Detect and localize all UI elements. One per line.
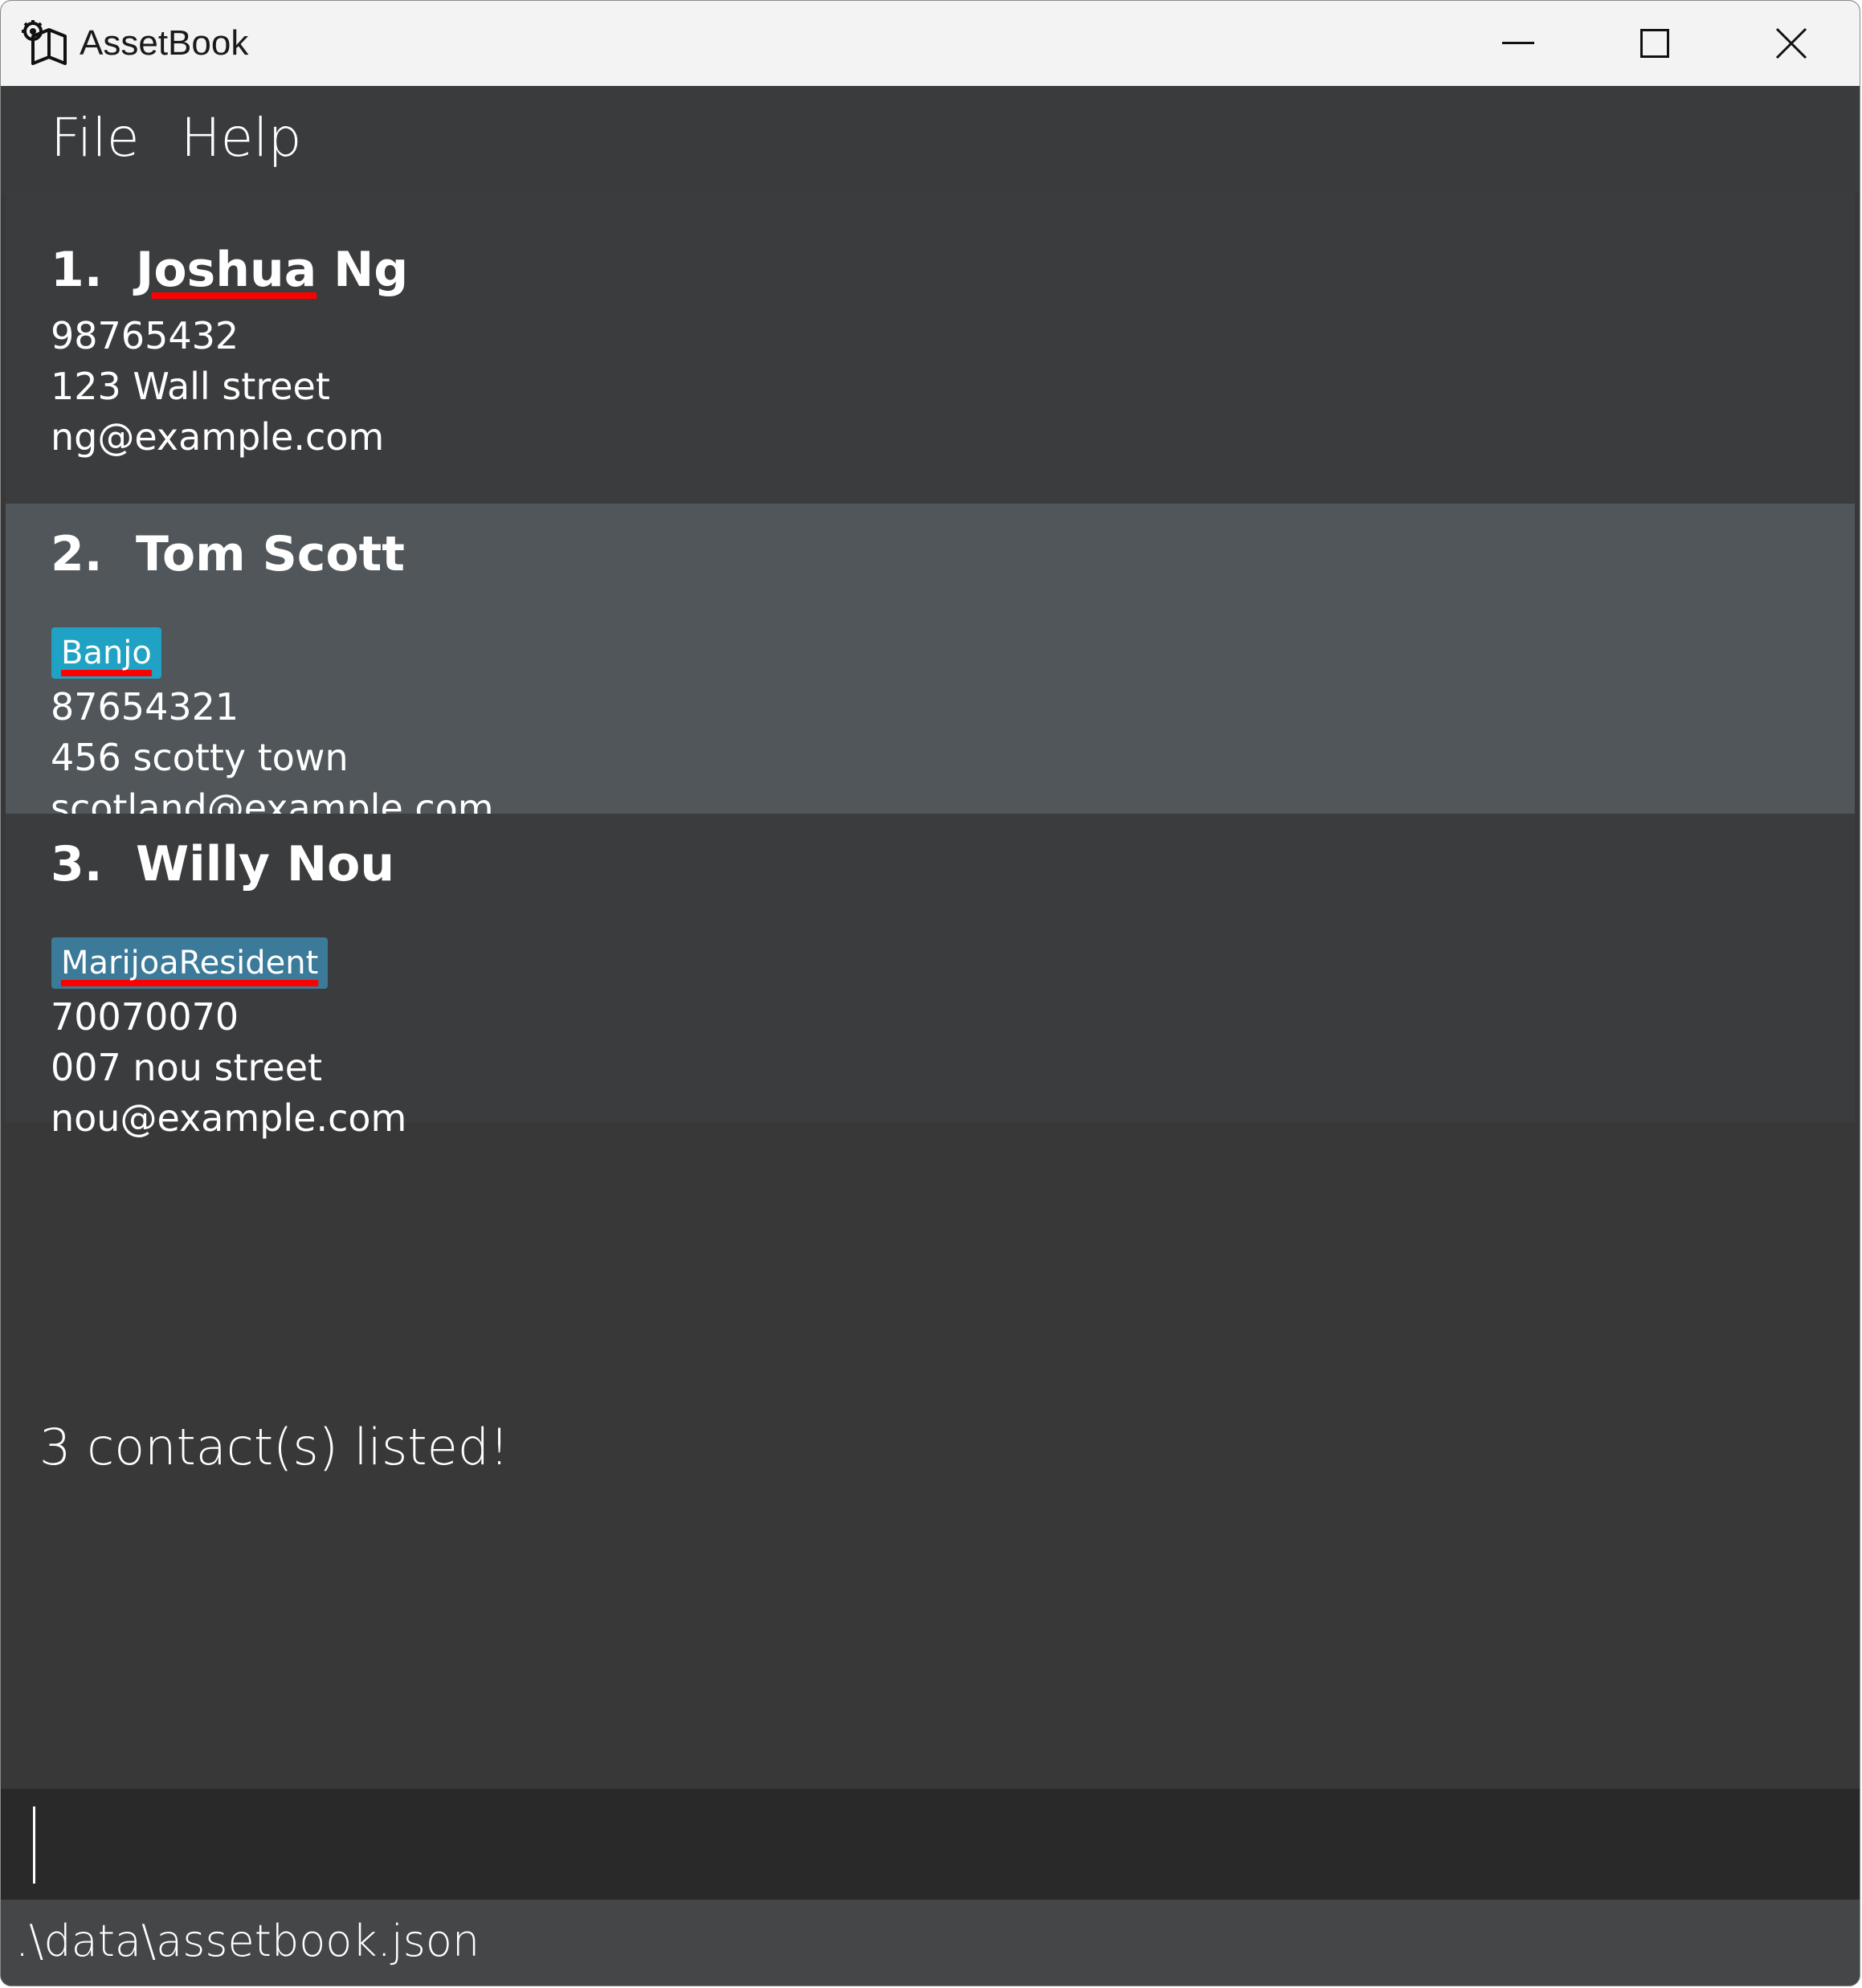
assetbook-app-icon	[22, 20, 71, 67]
person-tag: Banjo	[51, 627, 161, 679]
menu-file[interactable]: File	[51, 107, 139, 169]
person-index: 1.	[51, 242, 103, 298]
menu-help[interactable]: Help	[181, 107, 301, 169]
person-index: 3.	[51, 836, 103, 892]
person-name-first: Joshua	[136, 242, 317, 298]
person-name-rest: Ng	[316, 242, 409, 298]
person-card[interactable]: 1. Joshua Ng 98765432 123 Wall street ng@…	[6, 194, 1855, 504]
app-window: AssetBook File Help 1. Joshua Ng 9876543…	[0, 0, 1860, 1986]
person-phone: 98765432	[51, 314, 239, 357]
person-tag-label: Banjo	[61, 635, 152, 672]
person-name-rest: Nou	[270, 836, 395, 892]
person-name-first: Willy	[136, 836, 270, 892]
save-file-path: .\data\assetbook.json	[15, 1916, 480, 1966]
close-button[interactable]	[1723, 1, 1860, 86]
person-email: nou@example.com	[51, 1096, 407, 1140]
status-bar: .\data\assetbook.json	[1, 1900, 1860, 1986]
person-card-header: 3. Willy Nou	[51, 836, 394, 892]
title-bar[interactable]: AssetBook	[1, 1, 1860, 86]
person-address: 456 scotty town	[51, 736, 349, 779]
person-card-selected[interactable]: 2. Tom Scott Banjo 87654321 456 scotty to…	[6, 504, 1855, 830]
person-card[interactable]: 3. Willy Nou MarijoaResident 70070070 007…	[6, 814, 1855, 1140]
person-phone: 87654321	[51, 685, 239, 729]
window-title: AssetBook	[80, 23, 249, 63]
command-box[interactable]	[1, 1789, 1860, 1900]
person-email: ng@example.com	[51, 415, 385, 459]
text-caret	[33, 1806, 35, 1884]
person-list[interactable]: 1. Joshua Ng 98765432 123 Wall street ng@…	[6, 194, 1855, 1140]
person-address: 123 Wall street	[51, 365, 330, 408]
person-index: 2.	[51, 526, 103, 582]
person-name-rest: Scott	[245, 526, 405, 582]
person-phone: 70070070	[51, 995, 239, 1039]
person-card-header: 2. Tom Scott	[51, 526, 405, 582]
person-address: 007 nou street	[51, 1046, 323, 1089]
minimize-button[interactable]	[1450, 1, 1586, 86]
command-input[interactable]	[30, 1805, 1829, 1885]
maximize-button[interactable]	[1586, 1, 1723, 86]
menu-bar: File Help	[1, 86, 1860, 194]
person-card-header: 1. Joshua Ng	[51, 242, 408, 298]
result-display: 3 contact(s) listed!	[39, 1418, 509, 1476]
person-tag: MarijoaResident	[51, 937, 329, 989]
person-name-first: Tom	[136, 526, 246, 582]
person-tag-label: MarijoaResident	[61, 945, 319, 982]
